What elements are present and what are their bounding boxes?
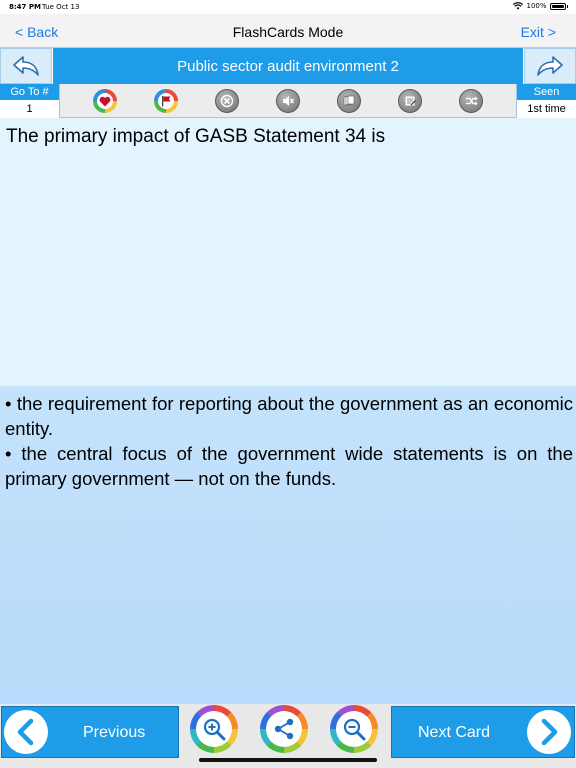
home-indicator: [199, 758, 377, 762]
curved-arrow-right-icon: [537, 56, 563, 76]
curved-arrow-left-icon: [13, 56, 39, 76]
shuffle-button[interactable]: [459, 89, 484, 113]
answer-panel[interactable]: • the requirement for reporting about th…: [0, 386, 576, 704]
toolbar-icons: [60, 84, 516, 118]
tool-row: Go To # 1 Seen 1st time: [0, 84, 576, 118]
chevron-left-icon: [4, 710, 48, 754]
goto-value[interactable]: 1: [0, 100, 59, 118]
next-card-button[interactable]: Next Card: [391, 706, 575, 758]
seen-indicator: Seen 1st time: [516, 84, 576, 118]
exit-button[interactable]: Exit >: [521, 24, 556, 40]
zoom-out-icon: [343, 718, 366, 741]
favorite-button[interactable]: [92, 89, 117, 113]
previous-button[interactable]: Previous: [1, 706, 179, 758]
share-icon: [274, 718, 294, 740]
flag-button[interactable]: [153, 89, 178, 113]
status-time: 8:47 PM: [9, 3, 41, 11]
deck-title-row: Public sector audit environment 2: [0, 48, 576, 84]
previous-label: Previous: [83, 724, 146, 741]
deck-title: Public sector audit environment 2: [53, 48, 523, 84]
next-deck-button[interactable]: [524, 48, 576, 84]
goto-label: Go To #: [0, 84, 59, 100]
shuffle-icon: [466, 96, 479, 106]
battery-percent: 100%: [526, 2, 547, 10]
answer-line: • the central focus of the government wi…: [5, 443, 573, 489]
mute-speaker-icon: [282, 96, 295, 106]
bottom-bar: Previous Next Card: [0, 704, 576, 768]
close-x-icon: [220, 94, 234, 108]
mute-button[interactable]: [275, 89, 300, 113]
wifi-icon: [513, 2, 524, 10]
zoom-out-button[interactable]: [330, 705, 378, 753]
battery-icon: [549, 2, 566, 10]
zoom-in-icon: [203, 718, 226, 741]
answer-line: • the requirement for reporting about th…: [5, 393, 573, 439]
cards-button[interactable]: [337, 89, 362, 113]
edit-note-button[interactable]: [398, 89, 423, 113]
previous-deck-button[interactable]: [0, 48, 52, 84]
question-panel[interactable]: The primary impact of GASB Statement 34 …: [0, 118, 576, 386]
status-bar: 8:47 PM Tue Oct 13 100%: [0, 0, 576, 14]
remove-card-button[interactable]: [214, 89, 239, 113]
heart-favorite-icon: [99, 96, 110, 106]
question-text: The primary impact of GASB Statement 34 …: [6, 126, 386, 147]
next-card-label: Next Card: [418, 724, 491, 741]
seen-label: Seen: [517, 84, 576, 100]
flag-icon: [161, 96, 171, 107]
zoom-in-button[interactable]: [190, 705, 238, 753]
chevron-right-icon: [527, 710, 571, 754]
answer-text: • the requirement for reporting about th…: [5, 391, 573, 491]
nav-bar: < Back FlashCards Mode Exit >: [0, 14, 576, 48]
goto-card[interactable]: Go To # 1: [0, 84, 60, 118]
cards-icon: [343, 95, 355, 106]
page-title: FlashCards Mode: [232, 24, 344, 40]
status-date: Tue Oct 13: [42, 3, 80, 11]
status-right: 100%: [513, 2, 568, 10]
seen-value: 1st time: [517, 100, 576, 118]
edit-note-icon: [405, 96, 417, 106]
share-button[interactable]: [260, 705, 308, 753]
